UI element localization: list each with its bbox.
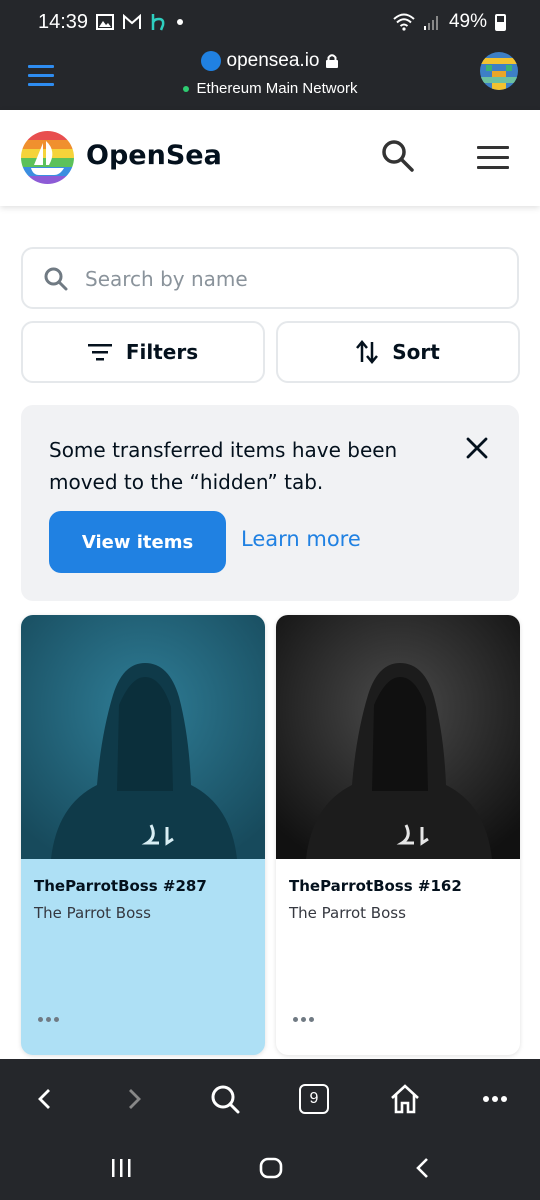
tabs-button[interactable]: 9 [294,1081,334,1117]
browser-toolbar: 9 [0,1059,540,1137]
wallet-avatar[interactable] [480,52,518,90]
site-header: OpenSea [0,110,540,206]
sort-label: Sort [392,340,440,364]
status-right: 49% [393,11,506,33]
nft-collection: The Parrot Boss [34,904,151,922]
nft-card[interactable]: TheParrotBoss #162 The Parrot Boss [276,615,520,1055]
site-title[interactable]: OpenSea [86,140,222,171]
filters-button[interactable]: Filters [21,321,265,383]
more-options-icon[interactable] [293,1017,314,1022]
nft-card[interactable]: TheParrotBoss #287 The Parrot Boss [21,615,265,1055]
network-name: Ethereum Main Network [196,80,358,97]
home-nav-icon[interactable] [259,1157,283,1183]
dot-icon [177,19,183,25]
more-menu-icon[interactable] [475,1081,515,1117]
search-icon [44,267,68,291]
status-bar: 14:39 49% [0,0,540,44]
header-menu-icon[interactable] [477,146,509,176]
site-favicon-icon [200,51,221,71]
gmail-icon [123,14,141,29]
recent-apps-icon[interactable] [110,1157,132,1183]
network-status-dot [182,85,189,92]
filters-label: Filters [125,340,199,364]
home-icon[interactable] [385,1081,425,1117]
learn-more-link[interactable]: Learn more [241,527,361,551]
battery-icon [495,13,506,31]
nft-image [21,615,265,859]
search-input[interactable] [85,263,485,295]
back-icon[interactable] [25,1081,65,1117]
signal-icon [423,16,438,30]
app-icon [151,14,165,31]
notification-icons [96,12,184,32]
nft-image [276,615,520,859]
system-nav-bar [0,1137,540,1200]
close-icon[interactable] [465,436,489,460]
search-field[interactable] [21,247,519,309]
notice-text: Some transferred items have been moved t… [49,438,398,494]
lock-icon [326,54,339,68]
tab-count: 9 [299,1084,329,1114]
url-display[interactable]: opensea.io Ethereum Main Network [0,50,540,97]
header-search-icon[interactable] [380,138,416,178]
browser-search-icon[interactable] [205,1081,245,1117]
wifi-icon [393,13,415,31]
browser-bar: opensea.io Ethereum Main Network [0,44,540,110]
back-nav-icon[interactable] [414,1157,430,1183]
forward-icon[interactable] [114,1081,154,1117]
opensea-logo[interactable] [21,131,74,184]
nft-collection: The Parrot Boss [289,904,406,922]
hidden-items-notice: Some transferred items have been moved t… [21,405,519,601]
view-items-button[interactable]: View items [49,511,226,573]
domain-text: opensea.io [226,50,320,71]
nft-title: TheParrotBoss #162 [289,877,462,895]
sort-button[interactable]: Sort [276,321,520,383]
more-options-icon[interactable] [38,1017,59,1022]
battery-percent: 49% [448,11,487,32]
sort-icon [356,340,379,364]
filter-icon [87,344,112,361]
gallery-icon [96,14,114,30]
nft-title: TheParrotBoss #287 [34,877,207,895]
status-time: 14:39 [38,11,89,33]
